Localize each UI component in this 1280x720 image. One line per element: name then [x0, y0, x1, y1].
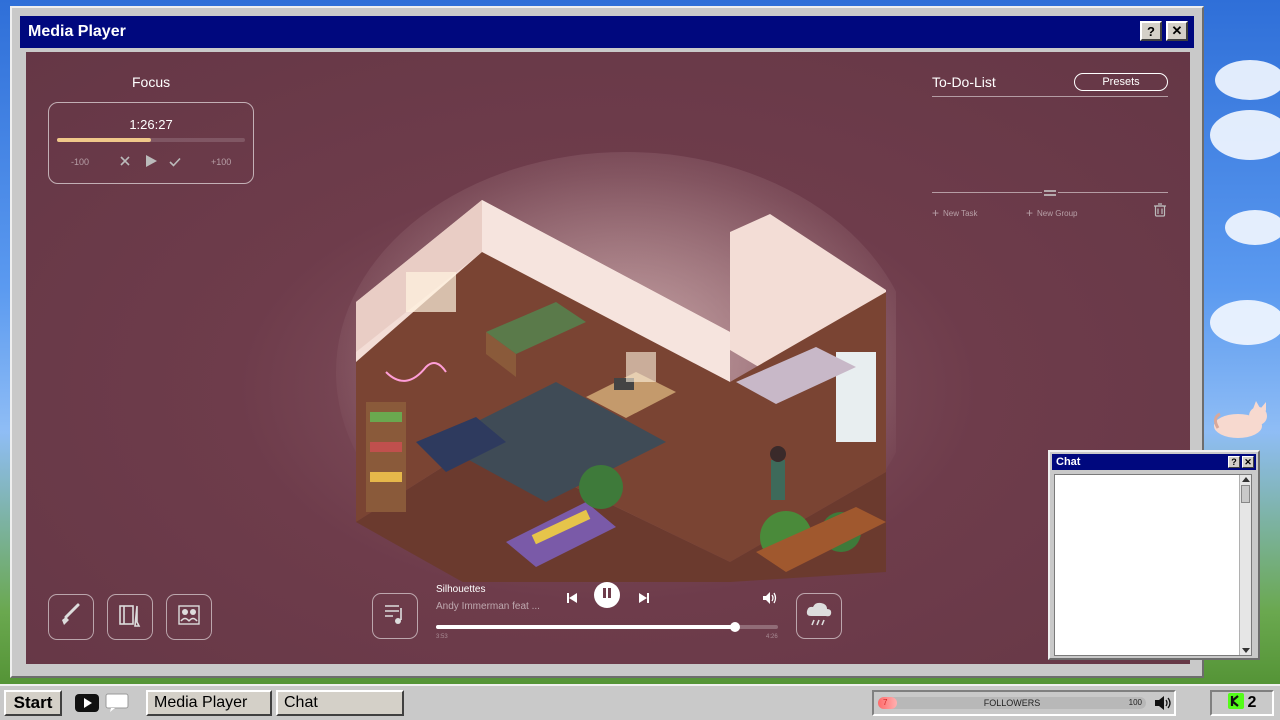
tray-count: 2 — [1247, 694, 1257, 711]
media-player-window: Media Player ? ✕ Focus 1:26:27 -100 +100… — [10, 6, 1204, 678]
cozy-room-illustration — [336, 152, 896, 582]
desktop-cloud — [1225, 210, 1280, 245]
new-group-label: New Group — [1037, 208, 1078, 218]
elapsed-time: 3:53 — [436, 634, 448, 640]
focus-title: Focus — [132, 74, 171, 90]
close-button[interactable]: ✕ — [1166, 21, 1188, 41]
volume-icon[interactable] — [762, 590, 778, 606]
new-group-button[interactable]: + New Group — [1026, 206, 1077, 220]
rain-cloud-icon — [804, 600, 834, 633]
song-progress-knob[interactable] — [729, 622, 740, 632]
notebook-button[interactable] — [107, 594, 153, 640]
kick-logo-icon — [1227, 692, 1244, 714]
focus-time: 1:26:27 — [129, 117, 173, 132]
paintbrush-icon — [58, 602, 84, 633]
followers-goal: 100 — [1128, 698, 1142, 707]
youtube-play-icon[interactable] — [74, 692, 100, 714]
new-task-button[interactable]: + New Task — [932, 206, 978, 220]
taskbar-chat[interactable]: Chat — [276, 690, 404, 716]
followers-bar: 7 FOLLOWERS 100 — [878, 697, 1146, 709]
chat-title: Chat — [1056, 456, 1081, 468]
presets-button[interactable]: Presets — [1074, 73, 1168, 91]
desktop-cloud — [1215, 60, 1280, 100]
chat-scrollbar[interactable] — [1239, 475, 1251, 655]
song-artist: Andy Immerman feat ... — [436, 601, 540, 612]
chat-close-button[interactable]: ✕ — [1242, 456, 1254, 468]
focus-minus-button[interactable]: -100 — [71, 157, 89, 167]
focus-plus-button[interactable]: +100 — [211, 157, 231, 167]
new-task-label: New Task — [943, 208, 978, 218]
plus-icon: + — [932, 206, 940, 220]
check-icon[interactable] — [169, 156, 181, 170]
playlist-button[interactable] — [372, 593, 418, 639]
chat-titlebar[interactable]: Chat ? ✕ — [1052, 454, 1256, 470]
paintbrush-button[interactable] — [48, 594, 94, 640]
trash-icon[interactable] — [1154, 203, 1166, 222]
pause-icon — [601, 586, 613, 604]
next-icon[interactable] — [636, 590, 652, 606]
total-time: 4:26 — [766, 634, 778, 640]
speech-bubble-icon[interactable] — [104, 692, 130, 714]
taskbar-media-player[interactable]: Media Player — [146, 690, 272, 716]
focus-timer-panel: 1:26:27 -100 +100 — [48, 102, 254, 184]
cancel-icon[interactable] — [119, 155, 131, 169]
todo-divider — [932, 96, 1168, 97]
previous-icon[interactable] — [564, 590, 580, 606]
todo-divider — [932, 192, 1042, 193]
chat-help-button[interactable]: ? — [1228, 456, 1240, 468]
desktop-cloud — [1210, 110, 1280, 160]
tray-status[interactable]: 2 — [1210, 690, 1274, 716]
followers-label: FOLLOWERS — [983, 698, 1041, 708]
drag-handle-icon[interactable] — [1044, 188, 1056, 200]
scroll-up-icon[interactable] — [1242, 477, 1250, 482]
scroll-down-icon[interactable] — [1242, 648, 1250, 653]
notebook-icon — [117, 602, 143, 633]
start-button[interactable]: Start — [4, 690, 62, 716]
plus-icon: + — [1026, 206, 1034, 220]
chat-window: Chat ? ✕ — [1048, 450, 1260, 660]
song-progress-fill — [436, 625, 735, 629]
cat-sticker-icon — [1210, 398, 1272, 442]
taskbar: Start Media Player Chat 7 FOLLOWERS 100 … — [0, 684, 1280, 720]
help-button[interactable]: ? — [1140, 21, 1162, 41]
media-player-titlebar[interactable]: Media Player ? ✕ — [20, 16, 1194, 48]
pause-button[interactable] — [594, 582, 620, 608]
desktop-cloud — [1210, 300, 1280, 345]
speaker-icon[interactable] — [1154, 695, 1172, 716]
system-tray: 7 FOLLOWERS 100 — [872, 690, 1176, 716]
focus-progress-bar — [57, 138, 245, 142]
play-icon[interactable] — [144, 154, 158, 170]
people-icon — [176, 602, 202, 633]
song-progress-bar[interactable] — [436, 622, 778, 632]
people-button[interactable] — [166, 594, 212, 640]
todo-divider — [1058, 192, 1168, 193]
focus-progress-fill — [57, 138, 151, 142]
todo-title: To-Do-List — [932, 74, 996, 90]
playlist-icon — [381, 600, 409, 633]
window-title: Media Player — [28, 23, 126, 40]
chat-message-area[interactable] — [1054, 474, 1252, 656]
scroll-thumb[interactable] — [1241, 485, 1250, 503]
song-title: Silhouettes — [436, 584, 486, 595]
media-player-content: Focus 1:26:27 -100 +100 To-Do-List Prese… — [26, 52, 1190, 664]
weather-button[interactable] — [796, 593, 842, 639]
